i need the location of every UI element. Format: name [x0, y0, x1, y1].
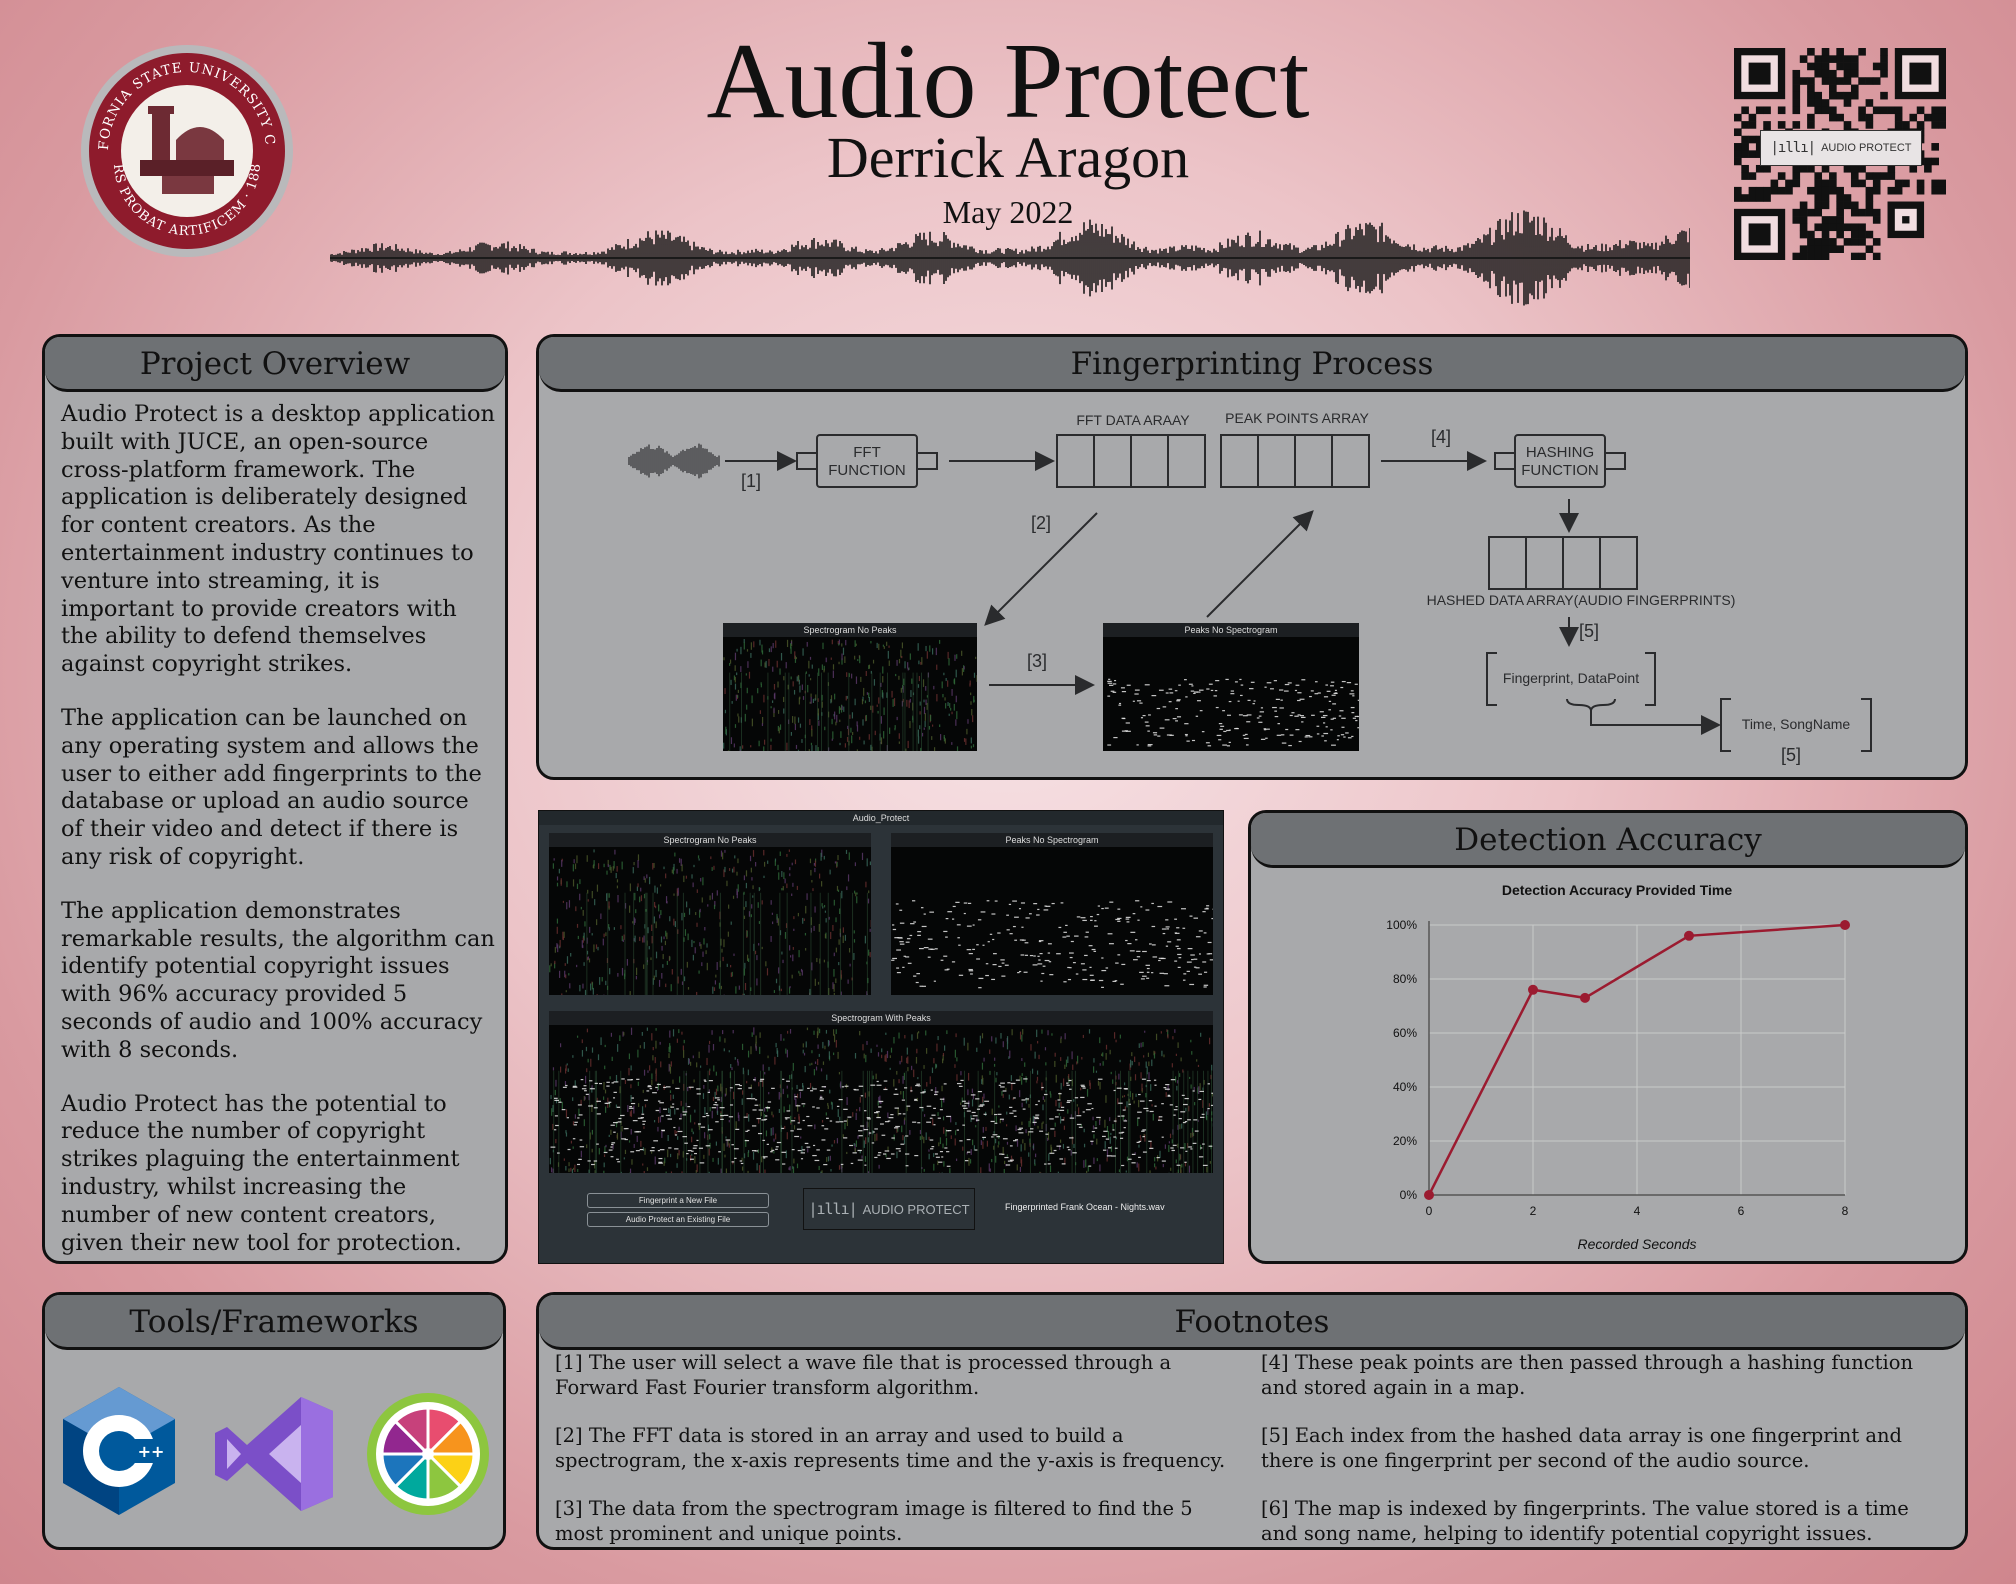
fft-function-label-1: FFT [853, 444, 881, 461]
hashing-function-label-1: HASHING [1526, 444, 1594, 461]
footnote-item: [2] The FFT data is stored in an array a… [555, 1424, 1226, 1472]
footnote-item: [4] These peak points are then passed th… [1261, 1351, 1914, 1399]
detection-accuracy-chart: Detection Accuracy Provided Time 0% 20% 40%… [1386, 882, 1850, 1252]
cplusplus-icon: ++ [59, 1385, 179, 1517]
fingerprint-datapoint-label: Fingerprint, DataPoint [1503, 670, 1639, 686]
visual-studio-icon [213, 1395, 335, 1513]
hashed-data-array-label: HASHED DATA ARRAY(AUDIO FINGERPRINTS) [1427, 592, 1736, 608]
project-overview-panel: Project Overview Audio Protect is a desk… [42, 334, 508, 1264]
app-spectrogram-no-peaks: Spectrogram No Peaks [549, 833, 871, 995]
audio-protect-logo-icon: |ıllı| [808, 1200, 857, 1218]
project-overview-heading: Project Overview [45, 337, 505, 392]
peak-points-array [1220, 434, 1370, 488]
x-tick-label: 6 [1738, 1204, 1745, 1218]
accuracy-data-point [1684, 930, 1694, 941]
tools-panel: Tools/Frameworks ++ [42, 1292, 506, 1550]
spectrogram-no-peaks-image: Spectrogram No Peaks [723, 623, 977, 751]
qr-logo-label: AUDIO PROTECT [1821, 142, 1912, 154]
overview-paragraph: Audio Protect is a desktop application b… [61, 401, 496, 678]
y-tick-label: 80% [1393, 972, 1417, 986]
step-label-5b: [5] [1781, 745, 1801, 765]
x-tick-label: 4 [1634, 1204, 1641, 1218]
overview-paragraph: The application demonstrates remarkable … [61, 897, 495, 1063]
step-label-1: [1] [741, 471, 761, 491]
step-label-4: [4] [1431, 427, 1451, 447]
qr-code: |ıllı| AUDIO PROTECT [1734, 48, 1947, 261]
y-tick-label: 20% [1393, 1134, 1417, 1148]
app-peaks-no-spectrogram: Peaks No Spectrogram [891, 833, 1213, 995]
y-tick-label: 60% [1393, 1026, 1417, 1040]
time-songname-label: Time, SongName [1742, 716, 1851, 732]
waveform-input-icon [628, 443, 720, 479]
footnotes-heading: Footnotes [539, 1295, 1965, 1350]
audio-protect-logo-icon: |ıllı| [1770, 140, 1816, 156]
hashing-function-label-2: FUNCTION [1521, 462, 1599, 479]
app-spectrogram-with-peaks: Spectrogram With Peaks [549, 1011, 1213, 1173]
tools-heading: Tools/Frameworks [45, 1295, 503, 1350]
app-logo-text: AUDIO PROTECT [862, 1201, 970, 1217]
accuracy-data-point [1528, 984, 1538, 995]
app-window-title: Audio_Protect [539, 811, 1223, 825]
audio-protect-existing-file-button[interactable]: Audio Protect an Existing File [587, 1212, 769, 1227]
author-name: Derrick Aragon [826, 125, 1190, 190]
accuracy-data-point [1424, 1190, 1434, 1200]
footnotes-right-column: [4] These peak points are then passed th… [1261, 1351, 1951, 1547]
footnote-item: [3] The data from the spectrogram image … [555, 1497, 1193, 1545]
app-status-text: Fingerprinted Frank Ocean - Nights.wav [1005, 1202, 1165, 1212]
x-tick-label: 8 [1842, 1204, 1849, 1218]
juce-icon [365, 1391, 491, 1517]
x-tick-label: 0 [1426, 1204, 1433, 1218]
footnote-item: [1] The user will select a wave file tha… [555, 1351, 1172, 1399]
peaks-no-spectrogram-image: Peaks No Spectrogram [1103, 623, 1359, 751]
svg-text:++: ++ [138, 1442, 165, 1461]
app-screenshot: Audio_Protect Spectrogram No Peaks Peaks… [538, 810, 1224, 1264]
accuracy-data-point [1840, 920, 1850, 930]
peak-points-array-label: PEAK POINTS ARRAY [1225, 410, 1369, 426]
overview-text: Audio Protect is a desktop application b… [61, 401, 497, 1261]
x-axis-label: Recorded Seconds [1577, 1236, 1696, 1252]
app-logo: |ıllı| AUDIO PROTECT [803, 1188, 975, 1230]
waveform-banner [329, 196, 1691, 316]
step-label-5a: [5] [1579, 621, 1599, 641]
overview-paragraph: Audio Protect has the potential to reduc… [61, 1090, 462, 1256]
footnote-item: [6] The map is indexed by fingerprints. … [1261, 1497, 1909, 1545]
step-label-3: [3] [1027, 651, 1047, 671]
poster-title: Audio Protect [706, 22, 1310, 141]
fft-data-array-label: FFT DATA ARAAY [1076, 412, 1190, 428]
accuracy-data-point [1580, 992, 1590, 1003]
footnotes-left-column: [1] The user will select a wave file tha… [555, 1351, 1245, 1547]
chart-title: Detection Accuracy Provided Time [1502, 882, 1733, 898]
footnote-item: [5] Each index from the hashed data arra… [1261, 1424, 1903, 1472]
overview-paragraph: The application can be launched on any o… [61, 704, 482, 870]
footnotes-panel: Footnotes [1] The user will select a wav… [536, 1292, 1968, 1550]
y-tick-label: 0% [1400, 1188, 1418, 1202]
fft-function-label-2: FUNCTION [828, 462, 906, 479]
y-tick-label: 100% [1386, 918, 1417, 932]
x-tick-label: 2 [1530, 1204, 1537, 1218]
detection-accuracy-panel: Detection Accuracy Detection Accuracy Pr… [1248, 810, 1968, 1264]
fingerprinting-process-panel: Fingerprinting Process [1] FFT FUNCTION … [536, 334, 1968, 780]
hashed-data-array [1488, 536, 1638, 590]
step-label-2: [2] [1031, 513, 1051, 533]
y-tick-label: 40% [1393, 1080, 1417, 1094]
fingerprint-new-file-button[interactable]: Fingerprint a New File [587, 1193, 769, 1208]
fft-data-array [1056, 434, 1206, 488]
